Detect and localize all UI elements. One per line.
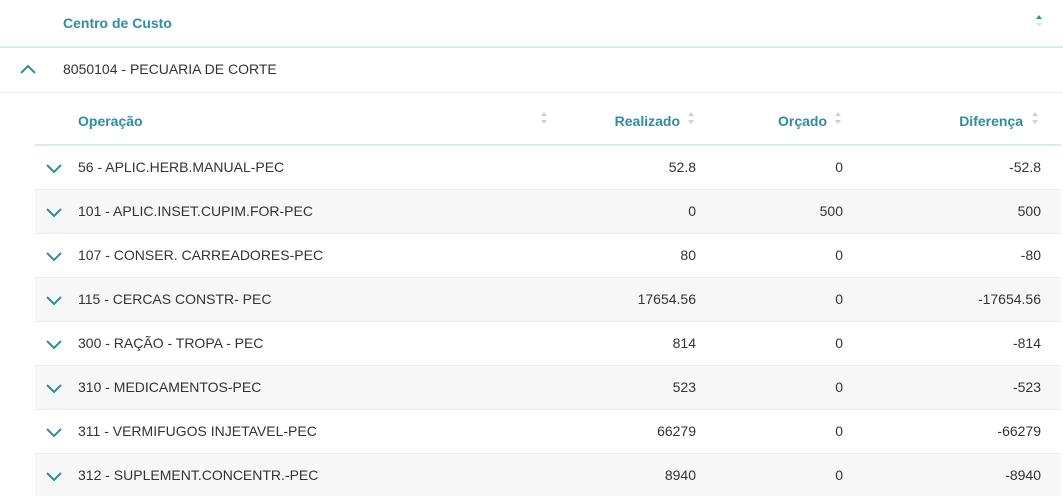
table-row[interactable]: 310 - MEDICAMENTOS-PEC 523 0 -523	[35, 366, 1061, 410]
table-row[interactable]: 115 - CERCAS CONSTR- PEC 17654.56 0 -176…	[35, 278, 1061, 322]
sort-icon[interactable]	[687, 111, 695, 125]
cell-operacao: 300 - RAÇÃO - TROPA - PEC	[78, 335, 264, 351]
cell-realizado: 52.8	[668, 159, 696, 175]
table-row[interactable]: 300 - RAÇÃO - TROPA - PEC 814 0 -814	[35, 322, 1061, 366]
cell-realizado: 8940	[664, 467, 696, 483]
cell-operacao: 311 - VERMIFUGOS INJETAVEL-PEC	[78, 423, 317, 439]
operations-subtable: Operação Realizado Orçado Diferença 56 -…	[35, 94, 1061, 496]
cell-diferenca: -66279	[997, 423, 1041, 439]
cell-orcado: 0	[835, 423, 843, 439]
cell-realizado: 814	[672, 335, 696, 351]
cell-realizado: 80	[680, 247, 696, 263]
cell-operacao: 115 - CERCAS CONSTR- PEC	[78, 291, 272, 307]
cell-diferenca: -523	[1012, 379, 1041, 395]
cell-diferenca: 500	[1017, 203, 1041, 219]
cell-realizado: 66279	[657, 423, 696, 439]
chevron-down-icon[interactable]	[45, 205, 63, 219]
column-header-operacao[interactable]: Operação	[78, 113, 143, 129]
cell-orcado: 0	[835, 247, 843, 263]
sort-icon[interactable]	[1031, 111, 1039, 125]
cell-operacao: 101 - APLIC.INSET.CUPIM.FOR-PEC	[78, 203, 313, 219]
table-row[interactable]: 107 - CONSER. CARREADORES-PEC 80 0 -80	[35, 234, 1061, 278]
sort-icon[interactable]	[834, 111, 842, 125]
cell-realizado: 17654.56	[637, 291, 696, 307]
cell-operacao: 107 - CONSER. CARREADORES-PEC	[78, 247, 324, 263]
chevron-down-icon[interactable]	[45, 161, 63, 175]
cell-realizado: 523	[672, 379, 696, 395]
chevron-down-icon[interactable]	[45, 425, 63, 439]
chevron-down-icon[interactable]	[45, 293, 63, 307]
cell-orcado: 0	[835, 291, 843, 307]
cell-orcado: 0	[835, 159, 843, 175]
cell-diferenca: -8940	[1005, 467, 1041, 483]
cell-orcado: 0	[835, 379, 843, 395]
cell-operacao: 312 - SUPLEMENT.CONCENTR.-PEC	[78, 467, 319, 483]
cell-operacao: 56 - APLIC.HERB.MANUAL-PEC	[78, 159, 285, 175]
sort-asc-icon[interactable]	[1035, 14, 1043, 28]
column-header-diferenca[interactable]: Diferença	[959, 113, 1023, 129]
cell-diferenca: -814	[1012, 335, 1041, 351]
cell-diferenca: -80	[1020, 247, 1041, 263]
table-row[interactable]: 312 - SUPLEMENT.CONCENTR.-PEC 8940 0 -89…	[35, 454, 1061, 496]
chevron-down-icon[interactable]	[45, 469, 63, 483]
chevron-down-icon[interactable]	[45, 381, 63, 395]
subtable-header: Operação Realizado Orçado Diferença	[35, 94, 1061, 146]
group-row-pecuaria[interactable]: 8050104 - PECUARIA DE CORTE	[0, 48, 1063, 93]
column-header-realizado[interactable]: Realizado	[615, 113, 680, 129]
outer-table-header: Centro de Custo	[0, 0, 1063, 48]
cell-operacao: 310 - MEDICAMENTOS-PEC	[78, 379, 262, 395]
cell-orcado: 0	[835, 335, 843, 351]
cell-diferenca: -17654.56	[977, 291, 1041, 307]
cell-realizado: 0	[688, 203, 696, 219]
sort-icon[interactable]	[540, 111, 548, 125]
table-row[interactable]: 311 - VERMIFUGOS INJETAVEL-PEC 66279 0 -…	[35, 410, 1061, 454]
table-row[interactable]: 56 - APLIC.HERB.MANUAL-PEC 52.8 0 -52.8	[35, 146, 1061, 190]
chevron-up-icon[interactable]	[18, 62, 38, 78]
cell-orcado: 0	[835, 467, 843, 483]
subtable-body: 56 - APLIC.HERB.MANUAL-PEC 52.8 0 -52.8 …	[35, 146, 1061, 496]
table-row[interactable]: 101 - APLIC.INSET.CUPIM.FOR-PEC 0 500 50…	[35, 190, 1061, 234]
cost-center-table: Centro de Custo 8050104 - PECUARIA DE CO…	[0, 0, 1063, 496]
chevron-down-icon[interactable]	[45, 337, 63, 351]
chevron-down-icon[interactable]	[45, 249, 63, 263]
group-label: 8050104 - PECUARIA DE CORTE	[63, 61, 277, 77]
cell-orcado: 500	[819, 203, 843, 219]
column-header-orcado[interactable]: Orçado	[778, 113, 827, 129]
cell-diferenca: -52.8	[1009, 159, 1041, 175]
column-header-centro-de-custo[interactable]: Centro de Custo	[63, 15, 172, 31]
